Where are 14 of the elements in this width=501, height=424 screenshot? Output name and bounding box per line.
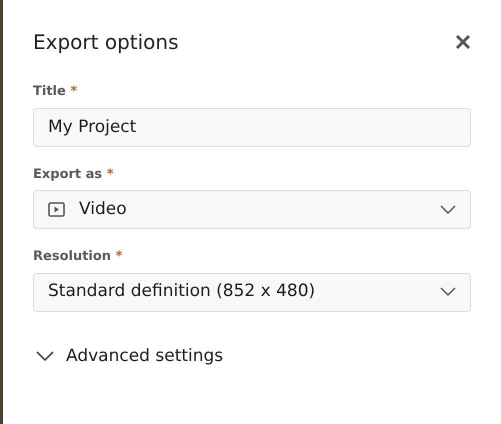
field-label: Resolution * [33,248,122,266]
title-input[interactable]: My Project [33,108,471,146]
dropdown[interactable]: Standard definition (852 x 480) [33,272,471,312]
close-icon [455,34,471,50]
field-label: Title * [33,83,78,101]
dialog-title: Export options [33,30,178,54]
dropdown-value: Video [79,198,127,221]
chevron-icon [440,287,456,297]
play-icon [48,202,65,217]
field-label: Export as * [33,166,114,184]
dropdown[interactable]: Video [33,190,471,229]
chevron-icon [440,204,456,214]
advanced-settings-toggle[interactable]: Advanced settings [36,344,224,369]
dropdown-value: Standard definition (852 x 480) [48,280,316,304]
